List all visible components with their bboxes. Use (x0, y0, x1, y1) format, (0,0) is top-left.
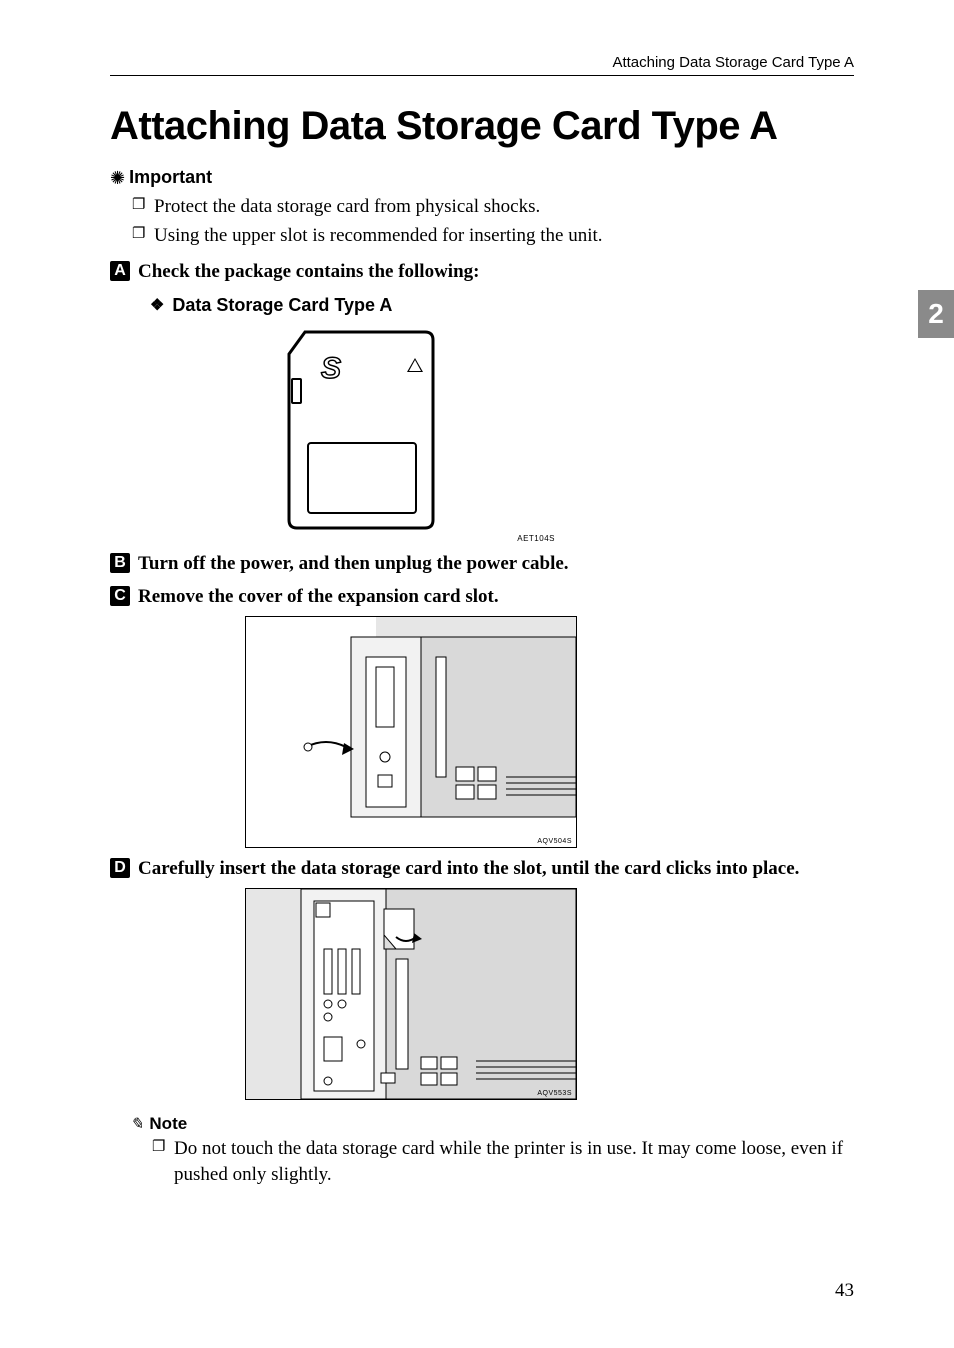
printer-illustration-2: AQV553S (245, 888, 577, 1100)
step-1: A Check the package contains the followi… (110, 259, 854, 285)
step-3: C Remove the cover of the expansion card… (110, 584, 854, 610)
sd-label-area (307, 442, 417, 514)
printer-svg (246, 889, 576, 1099)
gear-icon: ✺ (110, 169, 125, 187)
important-list: Protect the data storage card from physi… (110, 194, 854, 249)
printer-svg (246, 617, 576, 847)
important-heading: ✺ Important (110, 167, 854, 188)
figure-code: AET104S (225, 534, 555, 543)
step-number-icon: A (110, 261, 130, 281)
figure-sd-card: S⃕ AET104S (225, 330, 854, 543)
page: Attaching Data Storage Card Type A Attac… (0, 0, 954, 1348)
important-item: Using the upper slot is recommended for … (132, 223, 854, 250)
important-label: Important (129, 167, 212, 188)
package-item-heading: ❖ Data Storage Card Type A (150, 295, 854, 316)
step-text: Carefully insert the data storage card i… (138, 856, 799, 882)
printer-illustration-1: AQV504S (245, 616, 577, 848)
step-2: B Turn off the power, and then unplug th… (110, 551, 854, 577)
page-number: 43 (835, 1280, 854, 1302)
step-text: Check the package contains the following… (138, 259, 479, 285)
step-number-icon: D (110, 858, 130, 878)
pencil-icon: ✎ (130, 1114, 143, 1134)
figure-code: AQV553S (537, 1090, 572, 1097)
important-item: Protect the data storage card from physi… (132, 194, 854, 221)
page-title: Attaching Data Storage Card Type A (110, 104, 854, 149)
note-label: Note (149, 1114, 187, 1134)
step-text: Turn off the power, and then unplug the … (138, 551, 569, 577)
sd-arrow-fill (409, 360, 421, 371)
figure-insert-card: AQV553S (225, 888, 854, 1100)
sd-logo-icon: S⃕ (321, 352, 361, 386)
note-list: Do not touch the data storage card while… (110, 1136, 854, 1189)
diamond-icon: ❖ (150, 295, 164, 315)
running-header: Attaching Data Storage Card Type A (110, 54, 854, 76)
note-heading: ✎ Note (130, 1114, 854, 1134)
section-tab: 2 (918, 290, 954, 338)
figure-remove-cover: AQV504S (225, 616, 854, 848)
package-item-label: Data Storage Card Type A (172, 295, 392, 316)
note-item: Do not touch the data storage card while… (152, 1136, 854, 1189)
sd-lock-switch (291, 378, 302, 404)
sd-card-illustration: S⃕ (285, 330, 435, 530)
step-4: D Carefully insert the data storage card… (110, 856, 854, 882)
step-number-icon: C (110, 586, 130, 606)
step-number-icon: B (110, 553, 130, 573)
figure-code: AQV504S (537, 838, 572, 845)
step-text: Remove the cover of the expansion card s… (138, 584, 499, 610)
